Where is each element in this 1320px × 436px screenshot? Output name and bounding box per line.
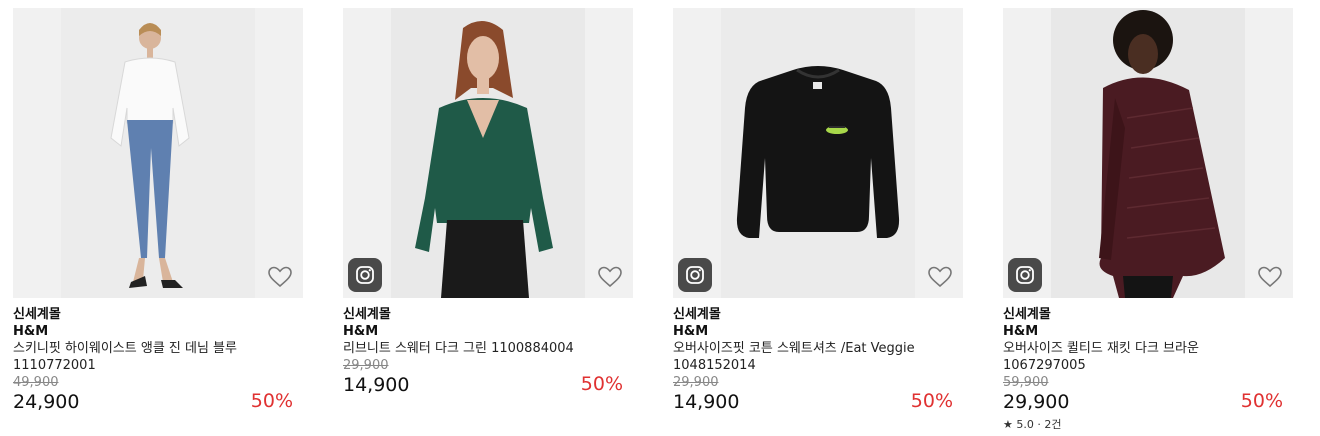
product-photo	[391, 8, 585, 298]
instagram-glyph	[1016, 266, 1034, 284]
product-info: 신세계몰 H&M 오버사이즈 퀼티드 재킷 다크 브라운 1067297005 …	[1003, 298, 1293, 432]
product-card[interactable]: 신세계몰 H&M 오버사이즈핏 코튼 스웨트셔츠 /Eat Veggie 104…	[673, 8, 963, 414]
product-card[interactable]: 신세계몰 H&M 오버사이즈 퀼티드 재킷 다크 브라운 1067297005 …	[1003, 8, 1293, 432]
product-photo	[1051, 8, 1245, 298]
product-image[interactable]	[13, 8, 303, 298]
brand-name: H&M	[343, 324, 379, 339]
brand-name: H&M	[13, 324, 49, 339]
store-name: 신세계몰	[13, 307, 61, 322]
product-image[interactable]	[1003, 8, 1293, 298]
original-price: 59,900	[1003, 375, 1049, 390]
instagram-glyph	[356, 266, 374, 284]
price-row: 59,900 29,900 50%	[1003, 374, 1293, 414]
instagram-icon[interactable]	[348, 258, 382, 292]
instagram-icon[interactable]	[1008, 258, 1042, 292]
store-name: 신세계몰	[343, 307, 391, 322]
original-price: 29,900	[673, 375, 719, 390]
product-info: 신세계몰 H&M 오버사이즈핏 코튼 스웨트셔츠 /Eat Veggie 104…	[673, 298, 963, 414]
product-image[interactable]	[673, 8, 963, 298]
product-info: 신세계몰 H&M 리브니트 스웨터 다크 그린 1100884004 29,90…	[343, 298, 633, 397]
rating-summary: ★ 5.0 · 2건	[1003, 418, 1062, 431]
heart-icon[interactable]	[927, 265, 953, 289]
original-price: 49,900	[13, 375, 59, 390]
heart-icon[interactable]	[1257, 265, 1283, 289]
brand-name: H&M	[1003, 324, 1039, 339]
product-code: 1048152014	[673, 358, 756, 373]
product-code: 1110772001	[13, 358, 96, 373]
discount-rate: 50%	[250, 390, 293, 412]
discount-rate: 50%	[910, 390, 953, 412]
price-row: 29,900 14,900 50%	[343, 357, 633, 397]
heart-icon[interactable]	[597, 265, 623, 289]
product-name[interactable]: 리브니트 스웨터 다크 그린 1100884004	[343, 340, 633, 357]
brand-name: H&M	[673, 324, 709, 339]
price-row: 29,900 14,900 50%	[673, 374, 963, 414]
discount-rate: 50%	[580, 373, 623, 395]
product-photo	[61, 8, 255, 298]
product-photo	[721, 8, 915, 298]
product-image[interactable]	[343, 8, 633, 298]
product-name[interactable]: 오버사이즈 퀼티드 재킷 다크 브라운	[1003, 340, 1293, 357]
discount-rate: 50%	[1240, 390, 1283, 412]
product-info: 신세계몰 H&M 스키니핏 하이웨이스트 앵클 진 데님 블루 11107720…	[13, 298, 303, 414]
price-row: 49,900 24,900 50%	[13, 374, 303, 414]
store-name: 신세계몰	[1003, 307, 1051, 322]
original-price: 29,900	[343, 358, 389, 373]
heart-icon[interactable]	[267, 265, 293, 289]
instagram-glyph	[686, 266, 704, 284]
product-grid: 신세계몰 H&M 스키니핏 하이웨이스트 앵클 진 데님 블루 11107720…	[0, 0, 1320, 436]
product-name[interactable]: 오버사이즈핏 코튼 스웨트셔츠 /Eat Veggie	[673, 340, 963, 357]
instagram-icon[interactable]	[678, 258, 712, 292]
product-card[interactable]: 신세계몰 H&M 스키니핏 하이웨이스트 앵클 진 데님 블루 11107720…	[13, 8, 303, 414]
product-card[interactable]: 신세계몰 H&M 리브니트 스웨터 다크 그린 1100884004 29,90…	[343, 8, 633, 397]
product-name[interactable]: 스키니핏 하이웨이스트 앵클 진 데님 블루	[13, 340, 303, 357]
product-code: 1067297005	[1003, 358, 1086, 373]
store-name: 신세계몰	[673, 307, 721, 322]
